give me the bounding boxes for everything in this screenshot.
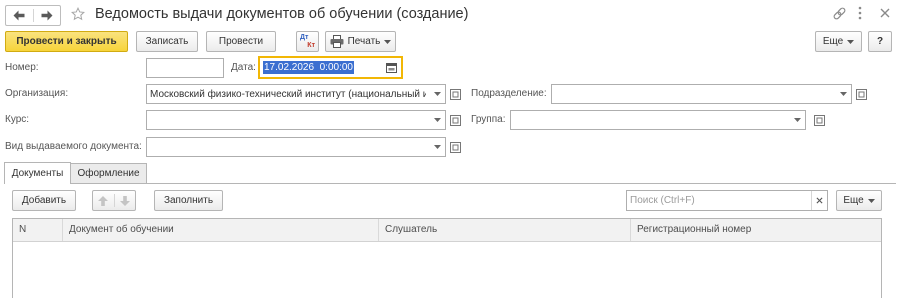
open-form-icon xyxy=(449,141,461,153)
column-header-student[interactable]: Слушатель xyxy=(379,219,631,241)
department-input[interactable] xyxy=(552,85,835,103)
post-label: Провести xyxy=(218,36,264,47)
group-field[interactable] xyxy=(510,110,806,130)
calendar-icon xyxy=(385,62,397,73)
post-and-close-button[interactable]: Провести и закрыть xyxy=(5,31,128,52)
number-input[interactable] xyxy=(147,59,223,77)
close-icon[interactable] xyxy=(877,5,893,21)
number-label: Номер: xyxy=(5,62,39,73)
organization-open-button[interactable] xyxy=(448,84,462,104)
column-header-document[interactable]: Документ об обучении xyxy=(63,219,379,241)
course-dropdown-button[interactable] xyxy=(429,111,445,129)
chevron-down-icon xyxy=(433,118,441,122)
organization-input[interactable] xyxy=(147,85,429,103)
print-label: Печать xyxy=(347,36,381,47)
chevron-down-icon xyxy=(839,92,847,96)
help-label: ? xyxy=(876,36,884,47)
chevron-down-icon xyxy=(433,92,441,96)
open-form-icon xyxy=(813,114,825,126)
page-title: Ведомость выдачи документов об обучении … xyxy=(95,6,469,22)
table-header: N Документ об обучении Слушатель Регистр… xyxy=(13,219,881,242)
more-actions-button[interactable]: Еще xyxy=(815,31,862,52)
tab-design[interactable]: Оформление xyxy=(71,163,147,183)
date-label: Дата: xyxy=(231,62,256,73)
group-dropdown-button[interactable] xyxy=(789,111,805,129)
print-button[interactable]: Печать xyxy=(325,31,396,52)
tab-documents[interactable]: Документы xyxy=(4,162,71,184)
add-label: Добавить xyxy=(21,195,67,206)
close-icon xyxy=(816,197,823,204)
post-and-close-label: Провести и закрыть xyxy=(16,36,117,47)
course-input[interactable] xyxy=(147,111,429,129)
back-button[interactable] xyxy=(6,6,33,25)
more-vertical-icon[interactable] xyxy=(856,5,864,21)
document-type-dropdown-button[interactable] xyxy=(429,138,445,156)
tab-panel-border xyxy=(4,183,896,184)
department-field[interactable] xyxy=(551,84,852,104)
fill-button[interactable]: Заполнить xyxy=(154,190,223,211)
search-clear-button[interactable] xyxy=(811,191,827,210)
date-field[interactable]: 17.02.2026 0:00:00 xyxy=(258,56,403,79)
arrow-right-icon xyxy=(41,10,53,21)
dt-label: Дт xyxy=(300,34,309,41)
save-button[interactable]: Записать xyxy=(136,31,198,52)
dt-kt-button[interactable]: Дт Кт xyxy=(296,31,319,52)
help-button[interactable]: ? xyxy=(868,31,892,52)
department-dropdown-button[interactable] xyxy=(835,85,851,103)
document-type-input[interactable] xyxy=(147,138,429,156)
department-label: Подразделение: xyxy=(471,88,547,99)
star-icon[interactable] xyxy=(70,6,86,22)
group-input[interactable] xyxy=(511,111,789,129)
navigation-group xyxy=(5,5,61,26)
open-form-icon xyxy=(449,114,461,126)
fill-label: Заполнить xyxy=(163,195,214,206)
column-header-number[interactable]: N xyxy=(13,219,63,241)
arrow-up-icon xyxy=(98,195,109,206)
arrow-down-icon xyxy=(119,195,130,206)
column-header-registration-number[interactable]: Регистрационный номер xyxy=(631,219,881,241)
document-type-label: Вид выдаваемого документа: xyxy=(5,141,142,152)
move-down-button[interactable] xyxy=(115,191,136,210)
chevron-down-icon xyxy=(793,118,801,122)
group-open-button[interactable] xyxy=(812,110,826,130)
course-label: Курс: xyxy=(5,114,30,125)
document-type-field[interactable] xyxy=(146,137,446,157)
search-input[interactable] xyxy=(627,191,811,210)
printer-icon xyxy=(330,35,344,48)
group-label: Группа: xyxy=(471,114,506,125)
table-body[interactable] xyxy=(13,242,881,298)
link-icon[interactable] xyxy=(831,5,847,21)
chevron-down-icon xyxy=(433,145,441,149)
kt-label: Кт xyxy=(307,42,315,49)
table-more-button[interactable]: Еще xyxy=(836,190,882,211)
arrow-left-icon xyxy=(13,10,25,21)
chevron-down-icon xyxy=(384,39,392,44)
course-field[interactable] xyxy=(146,110,446,130)
organization-field[interactable] xyxy=(146,84,446,104)
number-field[interactable] xyxy=(146,58,224,78)
organization-dropdown-button[interactable] xyxy=(429,85,445,103)
move-up-button[interactable] xyxy=(93,191,114,210)
calendar-button[interactable] xyxy=(384,61,398,75)
move-buttons-group xyxy=(92,190,136,211)
add-button[interactable]: Добавить xyxy=(12,190,76,211)
open-form-icon xyxy=(855,88,867,100)
course-open-button[interactable] xyxy=(448,110,462,130)
chevron-down-icon xyxy=(847,39,855,44)
document-type-open-button[interactable] xyxy=(448,137,462,157)
department-open-button[interactable] xyxy=(854,84,868,104)
date-value: 17.02.2026 0:00:00 xyxy=(263,61,354,74)
post-button[interactable]: Провести xyxy=(206,31,276,52)
documents-table: N Документ об обучении Слушатель Регистр… xyxy=(12,218,882,298)
save-label: Записать xyxy=(145,36,189,47)
open-form-icon xyxy=(449,88,461,100)
dt-kt-icon: Дт Кт xyxy=(300,34,315,49)
chevron-down-icon xyxy=(867,198,875,203)
organization-label: Организация: xyxy=(5,88,69,99)
table-more-label: Еще xyxy=(843,195,864,206)
search-field[interactable] xyxy=(626,190,828,211)
more-actions-label: Еще xyxy=(822,36,844,47)
forward-button[interactable] xyxy=(34,6,61,25)
